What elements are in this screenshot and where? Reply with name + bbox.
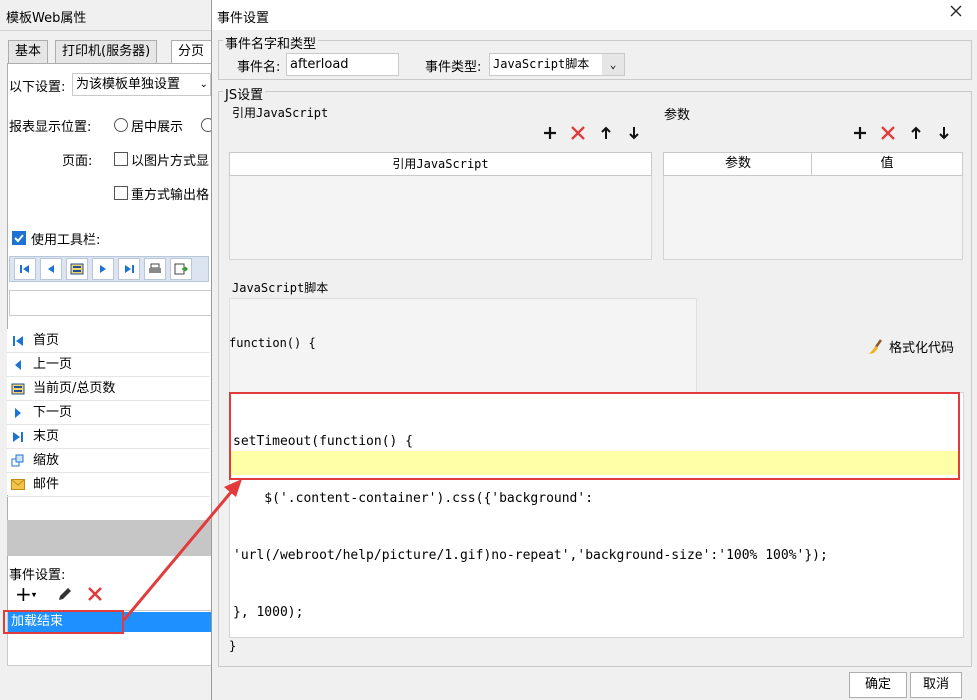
toolbar-field[interactable] bbox=[9, 290, 214, 316]
value-column-header: 值 bbox=[811, 152, 963, 176]
dialog-titlebar bbox=[212, 0, 977, 30]
move-up-icon[interactable] bbox=[908, 125, 924, 141]
close-icon bbox=[88, 587, 102, 601]
pencil-icon bbox=[59, 588, 71, 600]
last-page-icon bbox=[11, 430, 25, 443]
list-item[interactable]: 缩放 bbox=[7, 449, 210, 473]
mail-icon bbox=[11, 478, 25, 491]
edit-event-button[interactable] bbox=[56, 585, 74, 607]
check-icon bbox=[14, 234, 24, 243]
setting-select-value: 为该模板单独设置 bbox=[76, 77, 181, 92]
next-page-icon bbox=[11, 406, 25, 419]
add-icon[interactable] bbox=[852, 125, 868, 141]
chevron-down-icon: ▾ bbox=[31, 590, 37, 601]
event-type-label: 事件类型: bbox=[425, 60, 482, 75]
code-line: $('.content-container').css({'background… bbox=[233, 491, 594, 506]
close-icon[interactable] bbox=[949, 4, 963, 22]
params-title: 参数 bbox=[664, 108, 691, 123]
delete-icon[interactable] bbox=[570, 125, 586, 141]
event-type-select[interactable]: JavaScript脚本 ⌄ bbox=[489, 53, 625, 76]
prev-page-icon[interactable] bbox=[40, 258, 62, 280]
radio-center-label: 居中展示 bbox=[131, 120, 184, 135]
export-icon[interactable] bbox=[170, 258, 192, 280]
checkbox-image-display-label: 以图片方式显 bbox=[131, 154, 210, 169]
checkbox-reoutput-label: 重方式输出格 bbox=[131, 188, 210, 203]
checkbox-use-toolbar[interactable] bbox=[12, 231, 26, 245]
dialog-title: 事件设置 bbox=[217, 11, 270, 26]
code-line: }, 1000); bbox=[233, 605, 304, 620]
next-page-icon[interactable] bbox=[92, 258, 114, 280]
page-label: 页面: bbox=[62, 154, 93, 169]
move-down-icon[interactable] bbox=[936, 125, 952, 141]
scroll-area bbox=[7, 520, 212, 556]
ref-js-toolbar bbox=[542, 125, 642, 141]
move-down-icon[interactable] bbox=[626, 125, 642, 141]
last-page-icon[interactable] bbox=[118, 258, 140, 280]
zoom-icon bbox=[11, 454, 25, 467]
chevron-down-icon: ⌄ bbox=[602, 54, 624, 75]
first-page-icon[interactable] bbox=[14, 258, 36, 280]
radio-center[interactable] bbox=[114, 118, 128, 132]
tab-basic[interactable]: 基本 bbox=[8, 40, 49, 63]
tab-printer-server[interactable]: 打印机(服务器) bbox=[55, 40, 158, 63]
highlight-box-event bbox=[3, 610, 124, 634]
code-line: 'url(/webroot/help/picture/1.gif)no-repe… bbox=[233, 548, 828, 563]
chevron-down-icon: ⌄ bbox=[199, 79, 208, 90]
first-page-icon bbox=[11, 334, 25, 347]
ref-js-column-header: 引用JavaScript bbox=[229, 152, 652, 176]
toolbar-preview bbox=[9, 256, 209, 282]
list-item[interactable]: 邮件 bbox=[7, 473, 210, 497]
event-type-select-value: JavaScript脚本 bbox=[493, 57, 590, 71]
js-settings-title: JS设置 bbox=[223, 84, 266, 103]
cancel-button[interactable]: 取消 bbox=[910, 672, 962, 698]
code-header: function() { bbox=[229, 336, 316, 350]
list-item[interactable]: 末页 bbox=[7, 425, 210, 449]
params-column-header: 参数 bbox=[663, 152, 813, 176]
panel-title: 模板Web属性 bbox=[6, 11, 87, 26]
use-toolbar-label: 使用工具栏: bbox=[31, 233, 101, 248]
list-item[interactable]: 下一页 bbox=[7, 401, 210, 425]
page-count-icon[interactable] bbox=[66, 258, 88, 280]
format-code-button[interactable]: 格式化代码 bbox=[867, 337, 954, 356]
toolbar-button-list: 首页 上一页 当前页/总页数 下一页 末页 缩放 邮件 bbox=[7, 329, 210, 497]
print-icon[interactable] bbox=[144, 258, 166, 280]
title-divider bbox=[0, 30, 212, 31]
prev-page-icon bbox=[11, 358, 25, 371]
template-web-properties-panel: 模板Web属性 基本 打印机(服务器) 分页 以下设置: 为该模板单独设置 ⌄ … bbox=[0, 0, 225, 700]
params-toolbar bbox=[852, 125, 952, 141]
move-up-icon[interactable] bbox=[598, 125, 614, 141]
checkbox-image-display[interactable] bbox=[114, 152, 128, 166]
add-event-button[interactable]: +▾ bbox=[15, 584, 36, 606]
code-footer: } bbox=[229, 639, 237, 653]
event-settings-label: 事件设置: bbox=[9, 568, 66, 583]
setting-label: 以下设置: bbox=[9, 80, 66, 95]
list-item[interactable]: 上一页 bbox=[7, 353, 210, 377]
script-title: JavaScript脚本 bbox=[232, 281, 329, 295]
format-code-label: 格式化代码 bbox=[889, 341, 955, 356]
event-settings-dialog: 事件设置 事件名字和类型 事件名: afterload 事件类型: JavaSc… bbox=[211, 0, 977, 700]
event-name-type-title: 事件名字和类型 bbox=[223, 33, 319, 52]
page-count-icon bbox=[11, 382, 25, 395]
checkbox-reoutput[interactable] bbox=[114, 186, 128, 200]
display-position-label: 报表显示位置: bbox=[9, 120, 92, 135]
event-name-input[interactable]: afterload bbox=[286, 53, 399, 76]
delete-icon[interactable] bbox=[880, 125, 896, 141]
delete-event-button[interactable] bbox=[87, 586, 103, 606]
ref-js-title: 引用JavaScript bbox=[232, 106, 329, 120]
brush-icon bbox=[869, 338, 883, 354]
ok-button[interactable]: 确定 bbox=[849, 672, 907, 698]
add-icon[interactable] bbox=[542, 125, 558, 141]
setting-select[interactable]: 为该模板单独设置 ⌄ bbox=[72, 73, 211, 96]
highlight-box-code bbox=[229, 392, 960, 480]
list-item[interactable]: 首页 bbox=[7, 329, 210, 353]
event-name-label: 事件名: bbox=[237, 60, 281, 75]
list-item[interactable]: 当前页/总页数 bbox=[7, 377, 210, 401]
